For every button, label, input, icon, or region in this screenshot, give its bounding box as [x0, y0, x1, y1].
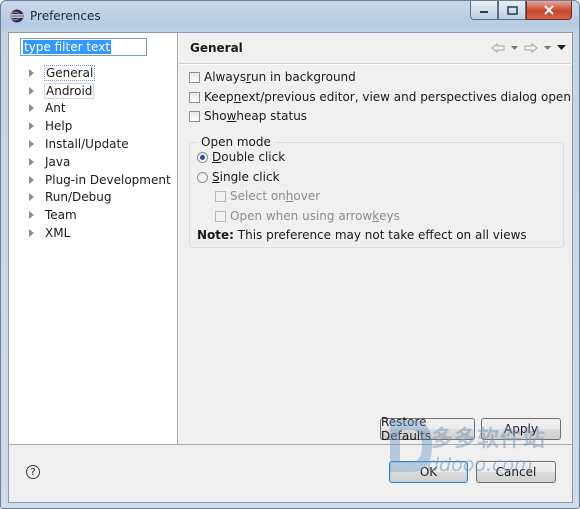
close-button[interactable]	[526, 1, 572, 20]
tree-item-java[interactable]: Java	[25, 153, 171, 171]
note-label: Note:	[197, 228, 234, 242]
checkbox-box[interactable]	[189, 71, 200, 83]
forward-dropdown-icon[interactable]	[544, 45, 551, 51]
tree-item-xml[interactable]: XML	[25, 224, 171, 242]
tree-item-install-update[interactable]: Install/Update	[25, 135, 171, 153]
expand-arrow-icon[interactable]	[29, 193, 34, 202]
expand-arrow-icon[interactable]	[29, 122, 34, 131]
help-icon[interactable]: ?	[26, 465, 40, 479]
preference-tree-pane: type filter text General Android Ant Hel…	[9, 33, 178, 445]
back-dropdown-icon[interactable]	[511, 45, 518, 51]
double-click-radio[interactable]: Double click	[197, 150, 285, 164]
window-title: Preferences	[30, 9, 101, 23]
radio-button[interactable]	[197, 171, 208, 183]
window-controls	[470, 1, 572, 21]
tree-item-help[interactable]: Help	[25, 117, 171, 135]
checkbox-box[interactable]	[189, 91, 200, 103]
eclipse-icon	[10, 9, 24, 23]
keep-next-previous-checkbox[interactable]: Keep n ext/previous editor, view and pers…	[189, 90, 571, 104]
close-icon	[544, 5, 554, 15]
tree-item-general[interactable]: General	[25, 64, 171, 82]
back-arrow-icon[interactable]	[491, 43, 505, 53]
expand-arrow-icon[interactable]	[29, 140, 34, 149]
preference-page: General Always r un in background Keep ne…	[178, 33, 572, 445]
open-mode-label: Open mode	[198, 135, 274, 149]
maximize-icon	[506, 5, 518, 15]
expand-arrow-icon[interactable]	[29, 157, 34, 166]
always-run-checkbox[interactable]: Always r un in background	[189, 70, 356, 84]
tree-item-run-debug[interactable]: Run/Debug	[25, 189, 171, 207]
title-separator	[179, 63, 571, 65]
forward-arrow-icon[interactable]	[524, 43, 538, 53]
open-arrow-keys-checkbox[interactable]: Open when using arrow k eys	[215, 209, 400, 223]
tree-item-android[interactable]: Android	[25, 82, 171, 100]
expand-arrow-icon[interactable]	[29, 229, 34, 238]
filter-input[interactable]: type filter text	[20, 38, 147, 56]
single-click-radio[interactable]: Single click	[197, 170, 280, 184]
expand-arrow-icon[interactable]	[29, 68, 34, 77]
watermark-text: 多多软件站	[431, 427, 547, 452]
filter-text: type filter text	[23, 40, 112, 54]
checkbox-box[interactable]	[215, 210, 226, 222]
maximize-button[interactable]	[498, 1, 526, 20]
radio-button[interactable]	[197, 151, 208, 163]
expand-arrow-icon[interactable]	[29, 175, 34, 184]
expand-arrow-icon[interactable]	[29, 211, 34, 220]
page-navigation	[491, 43, 566, 53]
preferences-window: Preferences type filter text General And…	[0, 0, 580, 509]
minimize-button[interactable]	[470, 1, 498, 20]
title-bar[interactable]: Preferences	[1, 1, 579, 31]
tree-item-plugin-development[interactable]: Plug-in Development	[25, 171, 171, 189]
minimize-icon	[480, 11, 488, 13]
expand-arrow-icon[interactable]	[29, 86, 34, 95]
preference-tree: General Android Ant Help Install/Update …	[25, 64, 171, 242]
checkbox-box[interactable]	[189, 110, 200, 122]
expand-arrow-icon[interactable]	[29, 104, 34, 113]
tree-item-team[interactable]: Team	[25, 206, 171, 224]
note-text: Note: This preference may not take effec…	[197, 228, 527, 242]
select-on-hover-checkbox[interactable]: Select on h over	[215, 189, 320, 203]
watermark-url: ddooo.com	[427, 454, 533, 476]
tree-item-ant[interactable]: Ant	[25, 100, 171, 118]
checkbox-box[interactable]	[215, 190, 226, 202]
view-menu-icon[interactable]	[557, 45, 566, 51]
show-heap-status-checkbox[interactable]: Sho w heap status	[189, 109, 307, 123]
open-mode-group: Open mode Double click Single click Sele…	[189, 135, 564, 248]
page-title: General	[190, 41, 243, 55]
